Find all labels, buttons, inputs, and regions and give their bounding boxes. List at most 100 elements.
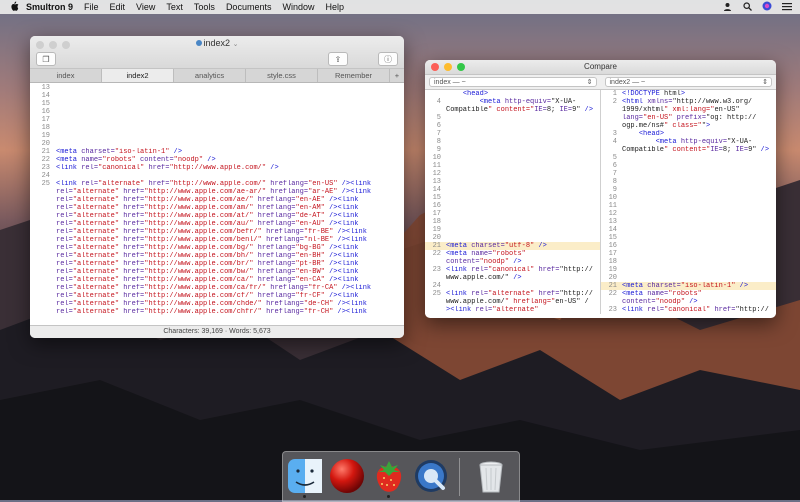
code-line: 16 <box>601 242 776 250</box>
code-line: 20 <box>30 140 404 148</box>
code-line: 21 <meta charset="iso-latin-1" /> <box>30 148 404 156</box>
code-line: 25 <link rel="alternate" href="http:// <box>425 290 600 298</box>
document-title[interactable]: index2 ⌄ <box>30 38 404 48</box>
line-text: Compatible" content="IE=8; IE=9" /> <box>622 146 770 154</box>
line-number: 15 <box>608 234 617 242</box>
menu-app-name[interactable]: Smultron 9 <box>26 2 73 12</box>
line-number: 23 <box>608 306 617 314</box>
line-text: <meta charset="utf-8" /> <box>446 242 547 250</box>
code-line: 1999/xhtml" xml:lang="en-US" <box>601 106 776 114</box>
line-number: 18 <box>41 124 50 132</box>
code-line: 13 <box>601 218 776 226</box>
line-number <box>30 252 56 260</box>
code-line: rel="alternate" href="http://www.apple.c… <box>30 212 404 220</box>
line-number <box>30 236 56 244</box>
menu-text[interactable]: Text <box>166 2 183 12</box>
tab-index2[interactable]: index2 <box>102 69 174 82</box>
line-text: <meta charset="iso-latin-1" /> <box>56 148 183 156</box>
code-line: rel="alternate" href="http://www.apple.c… <box>30 300 404 308</box>
line-number: 16 <box>608 242 617 250</box>
code-line: rel="alternate" href="http://www.apple.c… <box>30 308 404 316</box>
line-text: rel="alternate" href="http://www.apple.c… <box>56 204 359 212</box>
code-line: 25 <link rel="alternate" href="http://www… <box>30 180 404 188</box>
quicktime-icon[interactable] <box>413 458 449 494</box>
running-indicator <box>303 495 306 498</box>
add-tab-button[interactable]: + <box>390 69 404 82</box>
code-editor[interactable]: 13 14 15 16 17 18 19 20 21 <meta charset="iso-lat… <box>30 83 404 328</box>
line-number: 8 <box>436 138 441 146</box>
line-number: 21 <box>41 148 50 156</box>
code-line: 14 <box>30 92 404 100</box>
apple-menu-icon[interactable] <box>8 1 20 14</box>
right-compare-pane[interactable]: 1 <!DOCTYPE html> 2 <html xmlns="http://www… <box>601 90 776 314</box>
code-line: 12 <box>425 170 600 178</box>
sidebar-toggle-button[interactable]: ❐ <box>36 52 56 66</box>
left-document-select[interactable]: index — ~ ⇕ <box>429 77 597 87</box>
tab-style-css[interactable]: style.css <box>246 69 318 82</box>
code-line: 24 <box>30 172 404 180</box>
tab-index[interactable]: index <box>30 69 102 82</box>
right-document-select[interactable]: index2 — ~ ⇕ <box>604 77 772 87</box>
code-line: 11 <box>601 202 776 210</box>
code-line: 4 <meta http-equiv="X-UA- <box>425 98 600 106</box>
line-number <box>30 204 56 212</box>
line-number: 10 <box>608 194 617 202</box>
code-line: 11 <box>425 162 600 170</box>
finder-icon[interactable] <box>287 458 323 498</box>
code-line: 23 <link rel="canonical" href="http:// <box>601 306 776 314</box>
left-compare-pane[interactable]: <head> 4 <meta http-equiv="X-UA- Compatibl… <box>425 90 601 314</box>
menu-help[interactable]: Help <box>325 2 344 12</box>
code-line: 24 <box>425 282 600 290</box>
user-icon[interactable] <box>722 1 732 11</box>
line-number: 19 <box>41 132 50 140</box>
trash-icon[interactable] <box>473 458 509 494</box>
code-line: 14 <box>425 186 600 194</box>
code-line: 17 <box>601 250 776 258</box>
code-line: rel="alternate" href="http://www.apple.c… <box>30 260 404 268</box>
share-button[interactable]: ⇪ <box>328 52 348 66</box>
menu-documents[interactable]: Documents <box>226 2 272 12</box>
code-line: 15 <box>30 100 404 108</box>
line-number <box>425 298 446 306</box>
compare-panes: <head> 4 <meta http-equiv="X-UA- Compatibl… <box>425 90 776 314</box>
line-text: lang="en-US" prefix="og: http:// <box>622 114 757 122</box>
chevron-down-icon: ⌄ <box>232 41 239 48</box>
line-number: 6 <box>436 122 441 130</box>
line-text: content="noodp" /> <box>622 298 698 306</box>
line-text: <html xmlns="http://www.w3.org/ <box>622 98 753 106</box>
code-line: 18 <box>30 124 404 132</box>
code-line: 6 <box>601 162 776 170</box>
code-line: 19 <box>425 226 600 234</box>
notification-center-icon[interactable] <box>782 1 792 11</box>
menu-file[interactable]: File <box>84 2 99 12</box>
menu-window[interactable]: Window <box>282 2 314 12</box>
tab-analytics[interactable]: analytics <box>174 69 246 82</box>
editor-titlebar: index2 ⌄ ❐ ⇪ ⓘ <box>30 36 404 69</box>
menu-edit[interactable]: Edit <box>110 2 126 12</box>
line-text: content="noodp" /> <box>446 258 522 266</box>
menu-tools[interactable]: Tools <box>194 2 215 12</box>
line-number <box>30 308 56 316</box>
code-line: 20 <box>425 234 600 242</box>
line-number: 16 <box>432 202 441 210</box>
siri-icon[interactable] <box>762 1 772 11</box>
code-line: Compatible" content="IE=8; IE=9" /> <box>425 106 600 114</box>
line-text: ogp.me/ns#" class=""> <box>622 122 711 130</box>
menu-view[interactable]: View <box>136 2 155 12</box>
line-text: www.apple.com/" /> <box>446 274 522 282</box>
tab-remember[interactable]: Remember <box>318 69 390 82</box>
line-text: <link rel="alternate" href="http://www.a… <box>56 180 372 188</box>
line-number: 14 <box>41 92 50 100</box>
code-line: 7 <box>601 170 776 178</box>
info-button[interactable]: ⓘ <box>378 52 398 66</box>
code-line: 19 <box>601 266 776 274</box>
line-number: 7 <box>436 130 441 138</box>
red-ball-app-icon[interactable] <box>329 458 365 494</box>
spotlight-search-icon[interactable] <box>742 1 752 11</box>
line-number: 5 <box>612 154 617 162</box>
line-number: 24 <box>432 282 441 290</box>
code-line: 9 <box>425 146 600 154</box>
code-line: 19 <box>30 132 404 140</box>
smultron-icon[interactable] <box>371 458 407 498</box>
code-line: content="noodp" /> <box>601 298 776 306</box>
